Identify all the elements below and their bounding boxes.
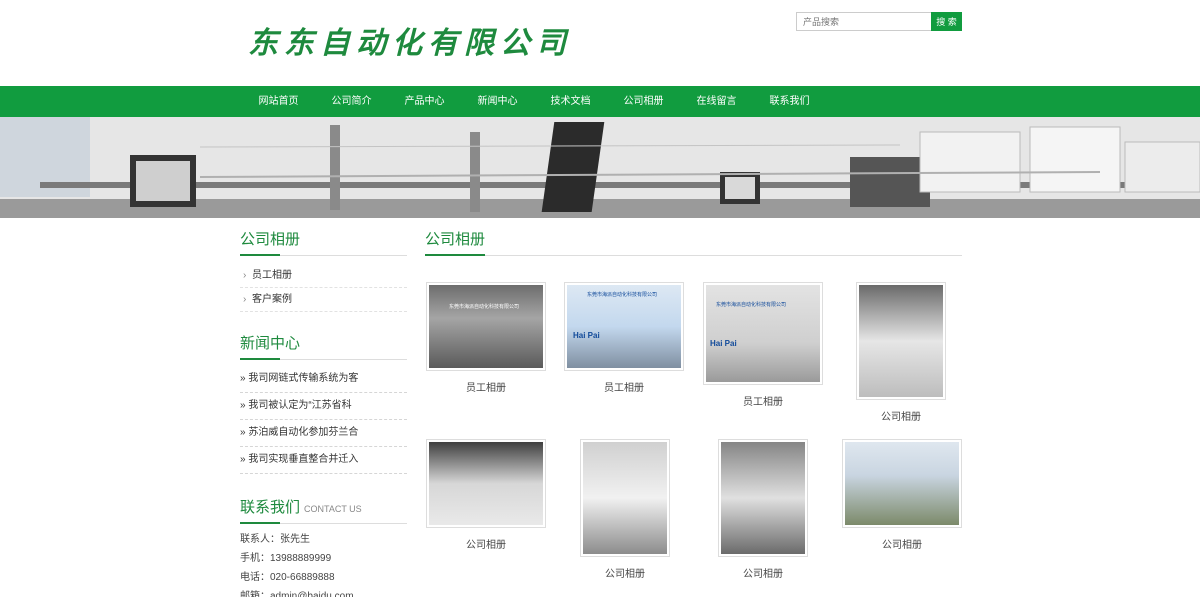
photo-frame[interactable] xyxy=(718,439,808,557)
photo-card[interactable]: 公司相册 xyxy=(842,439,962,551)
photo-caption[interactable]: 公司相册 xyxy=(842,536,962,551)
hero-banner xyxy=(0,117,1200,218)
photo-image xyxy=(429,442,543,525)
photo-banner-text: 东莞市海派自动化科技有限公司 xyxy=(587,292,658,298)
contact-info: 联系人：张先生 手机：13988889999 电话：020-66889888 邮… xyxy=(240,530,407,597)
photo-image xyxy=(845,442,959,525)
photo-frame[interactable] xyxy=(856,282,946,400)
photo-caption[interactable]: 员工相册 xyxy=(564,379,684,394)
photo-card[interactable]: 东莞市海派自动化科技有限公司 员工相册 xyxy=(426,282,546,394)
company-logo[interactable]: 东东自动化有限公司 xyxy=(248,18,572,62)
sidebar-item-staff-album[interactable]: 员工相册 xyxy=(240,264,407,288)
sidebar-album-title: 公司相册 xyxy=(240,228,407,256)
photo-caption[interactable]: 公司相册 xyxy=(718,565,808,580)
main-nav: 网站首页 公司简介 产品中心 新闻中心 技术文档 公司相册 在线留言 联系我们 xyxy=(0,86,1200,117)
photo-caption[interactable]: 公司相册 xyxy=(580,565,670,580)
photo-image: 东莞市海派自动化科技有限公司 Hai Pai xyxy=(567,285,681,368)
news-item[interactable]: » 我司实现垂直整合并迁入 xyxy=(240,447,407,474)
photo-image xyxy=(721,442,805,554)
nav-about[interactable]: 公司简介 xyxy=(315,86,388,117)
photo-frame[interactable] xyxy=(842,439,962,528)
photo-card[interactable]: 公司相册 xyxy=(856,282,946,423)
photo-frame[interactable]: 东莞市海派自动化科技有限公司 Hai Pai xyxy=(703,282,823,385)
contact-title-sub: CONTACT US xyxy=(304,504,362,514)
sidebar: 公司相册 员工相册 客户案例 新闻中心 » 我司网链式传输系统为客 » 我司被认… xyxy=(240,228,407,597)
photo-image xyxy=(859,285,943,397)
nav-album[interactable]: 公司相册 xyxy=(607,86,680,117)
news-item[interactable]: » 苏泊威自动化参加芬兰合 xyxy=(240,420,407,447)
photo-caption[interactable]: 公司相册 xyxy=(426,536,546,551)
photo-banner-text: 东莞市海派自动化科技有限公司 xyxy=(716,302,787,308)
photo-sign-text: Hai Pai xyxy=(710,339,737,348)
photo-card[interactable]: 东莞市海派自动化科技有限公司 Hai Pai 员工相册 xyxy=(564,282,684,394)
nav-home[interactable]: 网站首页 xyxy=(242,86,315,117)
photo-caption[interactable]: 员工相册 xyxy=(703,393,823,408)
header: 东东自动化有限公司 搜 索 xyxy=(0,0,1200,86)
search-button[interactable]: 搜 索 xyxy=(931,12,962,31)
nav-docs[interactable]: 技术文档 xyxy=(534,86,607,117)
photo-frame[interactable]: 东莞市海派自动化科技有限公司 xyxy=(426,282,546,371)
photo-frame[interactable] xyxy=(426,439,546,528)
photo-image: 东莞市海派自动化科技有限公司 xyxy=(429,285,543,368)
sidebar-contact-title: 联系我们 CONTACT US xyxy=(240,496,407,524)
nav-contact[interactable]: 联系我们 xyxy=(753,86,826,117)
nav-products[interactable]: 产品中心 xyxy=(388,86,461,117)
contact-title-text: 联系我们 xyxy=(240,499,301,516)
news-item[interactable]: » 我司被认定为“江苏省科 xyxy=(240,393,407,420)
photo-card[interactable]: 公司相册 xyxy=(580,439,670,580)
photo-image xyxy=(583,442,667,554)
contact-mobile: 手机：13988889999 xyxy=(240,553,332,564)
sidebar-news-title: 新闻中心 xyxy=(240,332,407,360)
search-input[interactable] xyxy=(796,12,931,31)
contact-email: 邮箱：admin@baidu.com xyxy=(240,591,354,597)
photo-card[interactable]: 东莞市海派自动化科技有限公司 Hai Pai 员工相册 xyxy=(703,282,823,408)
sidebar-item-client-cases[interactable]: 客户案例 xyxy=(240,288,407,312)
photo-card[interactable]: 公司相册 xyxy=(718,439,808,580)
page-title: 公司相册 xyxy=(425,228,962,256)
nav-news[interactable]: 新闻中心 xyxy=(461,86,534,117)
photo-caption[interactable]: 员工相册 xyxy=(426,379,546,394)
news-list: » 我司网链式传输系统为客 » 我司被认定为“江苏省科 » 苏泊威自动化参加芬兰… xyxy=(240,366,407,474)
search-bar: 搜 索 xyxy=(796,12,962,31)
photo-banner-text: 东莞市海派自动化科技有限公司 xyxy=(449,304,520,310)
photo-frame[interactable] xyxy=(580,439,670,557)
album-category-list: 员工相册 客户案例 xyxy=(240,264,407,312)
photo-image: 东莞市海派自动化科技有限公司 Hai Pai xyxy=(706,285,820,382)
news-item[interactable]: » 我司网链式传输系统为客 xyxy=(240,366,407,393)
lab-equipment-illustration xyxy=(0,117,1200,218)
contact-phone: 电话：020-66889888 xyxy=(240,572,335,583)
photo-caption[interactable]: 公司相册 xyxy=(856,408,946,423)
main-content: 公司相册 xyxy=(425,228,962,256)
photo-frame[interactable]: 东莞市海派自动化科技有限公司 Hai Pai xyxy=(564,282,684,371)
photo-sign-text: Hai Pai xyxy=(573,331,600,340)
nav-message[interactable]: 在线留言 xyxy=(680,86,753,117)
contact-person: 联系人：张先生 xyxy=(240,534,310,545)
photo-card[interactable]: 公司相册 xyxy=(426,439,546,551)
